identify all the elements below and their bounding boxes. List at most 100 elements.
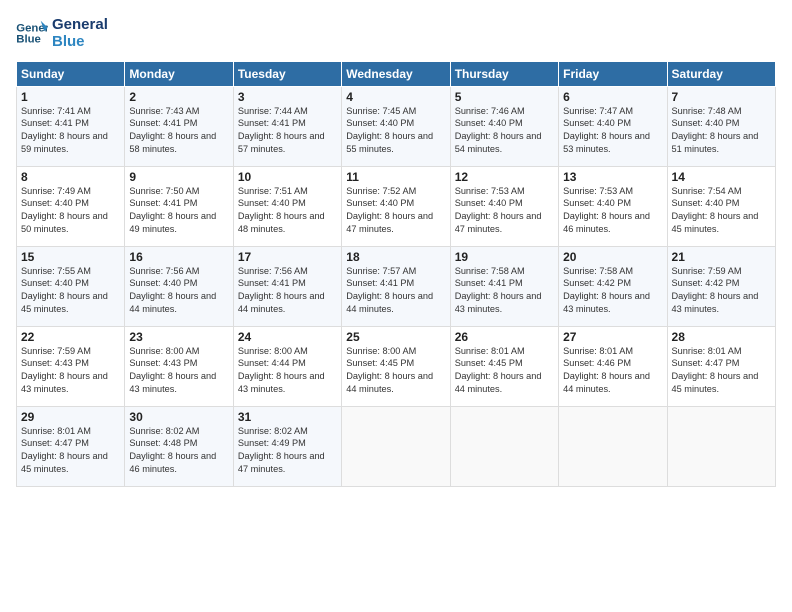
day-number: 4 [346,90,445,104]
table-row: 6 Sunrise: 7:47 AMSunset: 4:40 PMDaylight… [559,86,667,166]
day-number: 12 [455,170,554,184]
table-row: 10 Sunrise: 7:51 AMSunset: 4:40 PMDayligh… [233,166,341,246]
cell-sunrise: Sunrise: 7:55 AMSunset: 4:40 PMDaylight:… [21,266,108,315]
cell-sunrise: Sunrise: 7:58 AMSunset: 4:42 PMDaylight:… [563,266,650,315]
calendar-week-row: 22 Sunrise: 7:59 AMSunset: 4:43 PMDayligh… [17,326,776,406]
cell-sunrise: Sunrise: 7:43 AMSunset: 4:41 PMDaylight:… [129,106,216,155]
cell-sunrise: Sunrise: 7:56 AMSunset: 4:41 PMDaylight:… [238,266,325,315]
table-row: 1 Sunrise: 7:41 AMSunset: 4:41 PMDaylight… [17,86,125,166]
table-row: 7 Sunrise: 7:48 AMSunset: 4:40 PMDaylight… [667,86,775,166]
day-number: 3 [238,90,337,104]
col-thursday: Thursday [450,61,558,86]
day-number: 6 [563,90,662,104]
cell-sunrise: Sunrise: 8:01 AMSunset: 4:47 PMDaylight:… [21,426,108,475]
table-row [342,406,450,486]
table-row: 25 Sunrise: 8:00 AMSunset: 4:45 PMDayligh… [342,326,450,406]
cell-sunrise: Sunrise: 7:59 AMSunset: 4:42 PMDaylight:… [672,266,759,315]
cell-sunrise: Sunrise: 7:44 AMSunset: 4:41 PMDaylight:… [238,106,325,155]
cell-sunrise: Sunrise: 7:57 AMSunset: 4:41 PMDaylight:… [346,266,433,315]
cell-sunrise: Sunrise: 8:02 AMSunset: 4:48 PMDaylight:… [129,426,216,475]
logo-icon: General Blue [16,19,48,47]
cell-sunrise: Sunrise: 7:41 AMSunset: 4:41 PMDaylight:… [21,106,108,155]
logo-text-blue: Blue [52,33,108,50]
table-row: 9 Sunrise: 7:50 AMSunset: 4:41 PMDaylight… [125,166,233,246]
day-number: 7 [672,90,771,104]
day-number: 21 [672,250,771,264]
cell-sunrise: Sunrise: 8:01 AMSunset: 4:46 PMDaylight:… [563,346,650,395]
day-number: 17 [238,250,337,264]
table-row: 13 Sunrise: 7:53 AMSunset: 4:40 PMDayligh… [559,166,667,246]
cell-sunrise: Sunrise: 7:50 AMSunset: 4:41 PMDaylight:… [129,186,216,235]
day-number: 20 [563,250,662,264]
day-number: 25 [346,330,445,344]
cell-sunrise: Sunrise: 8:00 AMSunset: 4:45 PMDaylight:… [346,346,433,395]
table-row [559,406,667,486]
day-number: 9 [129,170,228,184]
cell-sunrise: Sunrise: 8:01 AMSunset: 4:47 PMDaylight:… [672,346,759,395]
day-number: 18 [346,250,445,264]
table-row: 28 Sunrise: 8:01 AMSunset: 4:47 PMDayligh… [667,326,775,406]
svg-text:Blue: Blue [16,34,41,46]
table-row: 27Sunrise: 8:01 AMSunset: 4:46 PMDayligh… [559,326,667,406]
table-row: 18 Sunrise: 7:57 AMSunset: 4:41 PMDayligh… [342,246,450,326]
table-row [450,406,558,486]
cell-sunrise: Sunrise: 7:45 AMSunset: 4:40 PMDaylight:… [346,106,433,155]
cell-sunrise: Sunrise: 7:47 AMSunset: 4:40 PMDaylight:… [563,106,650,155]
cell-sunrise: Sunrise: 7:56 AMSunset: 4:40 PMDaylight:… [129,266,216,315]
day-number: 13 [563,170,662,184]
day-number: 29 [21,410,120,424]
table-row: 4 Sunrise: 7:45 AMSunset: 4:40 PMDaylight… [342,86,450,166]
day-number: 14 [672,170,771,184]
day-number: 31 [238,410,337,424]
cell-sunrise: Sunrise: 7:48 AMSunset: 4:40 PMDaylight:… [672,106,759,155]
cell-sunrise: Sunrise: 7:59 AMSunset: 4:43 PMDaylight:… [21,346,108,395]
cell-sunrise: Sunrise: 8:01 AMSunset: 4:45 PMDaylight:… [455,346,542,395]
table-row: 17 Sunrise: 7:56 AMSunset: 4:41 PMDayligh… [233,246,341,326]
day-number: 19 [455,250,554,264]
day-number: 16 [129,250,228,264]
table-row: 16 Sunrise: 7:56 AMSunset: 4:40 PMDayligh… [125,246,233,326]
day-number: 23 [129,330,228,344]
col-saturday: Saturday [667,61,775,86]
cell-sunrise: Sunrise: 7:53 AMSunset: 4:40 PMDaylight:… [563,186,650,235]
calendar-week-row: 29 Sunrise: 8:01 AMSunset: 4:47 PMDayligh… [17,406,776,486]
table-row: 14 Sunrise: 7:54 AMSunset: 4:40 PMDayligh… [667,166,775,246]
logo-text-general: General [52,16,108,33]
table-row: 21 Sunrise: 7:59 AMSunset: 4:42 PMDayligh… [667,246,775,326]
table-row: 23Sunrise: 8:00 AMSunset: 4:43 PMDayligh… [125,326,233,406]
col-monday: Monday [125,61,233,86]
cell-sunrise: Sunrise: 7:54 AMSunset: 4:40 PMDaylight:… [672,186,759,235]
day-number: 2 [129,90,228,104]
col-tuesday: Tuesday [233,61,341,86]
cell-sunrise: Sunrise: 7:49 AMSunset: 4:40 PMDaylight:… [21,186,108,235]
table-row: 12 Sunrise: 7:53 AMSunset: 4:40 PMDayligh… [450,166,558,246]
calendar-week-row: 1 Sunrise: 7:41 AMSunset: 4:41 PMDaylight… [17,86,776,166]
header-row: Sunday Monday Tuesday Wednesday Thursday… [17,61,776,86]
day-number: 1 [21,90,120,104]
day-number: 26 [455,330,554,344]
cell-sunrise: Sunrise: 8:02 AMSunset: 4:49 PMDaylight:… [238,426,325,475]
cell-sunrise: Sunrise: 7:58 AMSunset: 4:41 PMDaylight:… [455,266,542,315]
table-row: 2 Sunrise: 7:43 AMSunset: 4:41 PMDaylight… [125,86,233,166]
calendar-table: Sunday Monday Tuesday Wednesday Thursday… [16,61,776,487]
table-row: 5Sunrise: 7:46 AMSunset: 4:40 PMDaylight… [450,86,558,166]
day-number: 10 [238,170,337,184]
table-row: 19 Sunrise: 7:58 AMSunset: 4:41 PMDayligh… [450,246,558,326]
table-row: 15Sunrise: 7:55 AMSunset: 4:40 PMDayligh… [17,246,125,326]
cell-sunrise: Sunrise: 7:51 AMSunset: 4:40 PMDaylight:… [238,186,325,235]
col-sunday: Sunday [17,61,125,86]
table-row: 20 Sunrise: 7:58 AMSunset: 4:42 PMDayligh… [559,246,667,326]
calendar-week-row: 8 Sunrise: 7:49 AMSunset: 4:40 PMDaylight… [17,166,776,246]
day-number: 11 [346,170,445,184]
day-number: 24 [238,330,337,344]
day-number: 5 [455,90,554,104]
table-row: 26 Sunrise: 8:01 AMSunset: 4:45 PMDayligh… [450,326,558,406]
day-number: 22 [21,330,120,344]
cell-sunrise: Sunrise: 8:00 AMSunset: 4:44 PMDaylight:… [238,346,325,395]
table-row: 30Sunrise: 8:02 AMSunset: 4:48 PMDayligh… [125,406,233,486]
day-number: 28 [672,330,771,344]
cell-sunrise: Sunrise: 7:53 AMSunset: 4:40 PMDaylight:… [455,186,542,235]
table-row: 31 Sunrise: 8:02 AMSunset: 4:49 PMDayligh… [233,406,341,486]
table-row: 24 Sunrise: 8:00 AMSunset: 4:44 PMDayligh… [233,326,341,406]
day-number: 8 [21,170,120,184]
